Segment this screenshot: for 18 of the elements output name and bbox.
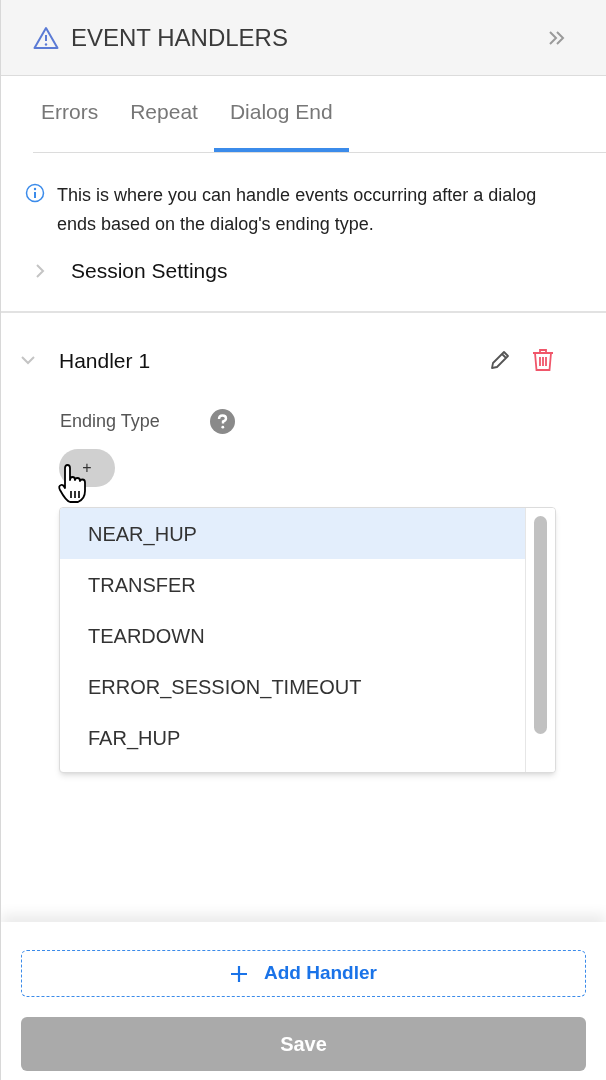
panel-title: EVENT HANDLERS — [71, 22, 288, 53]
info-icon — [25, 183, 45, 203]
dropdown-option[interactable]: NEAR_HUP — [60, 508, 525, 559]
handler-title[interactable]: Handler 1 — [59, 344, 151, 376]
chevron-icon[interactable] — [33, 263, 47, 278]
tab[interactable]: Repeat — [114, 76, 214, 152]
trash-icon[interactable] — [532, 348, 554, 373]
warning-icon — [33, 25, 59, 50]
collapse-icon[interactable] — [548, 29, 566, 46]
help-icon[interactable] — [209, 409, 235, 434]
info-text: This is where you can handle events occurring after a dialog ends based on the dialog's ending type. — [57, 184, 538, 236]
add-handler-button[interactable]: Add Handler — [21, 950, 586, 997]
plus-icon — [230, 964, 248, 983]
field-label: Ending Type — [60, 410, 160, 433]
tab[interactable]: Dialog End — [213, 76, 349, 152]
scrollbar-thumb[interactable] — [534, 516, 547, 734]
tab[interactable]: Errors — [33, 76, 115, 152]
section-title[interactable]: Session Settings — [71, 255, 228, 287]
